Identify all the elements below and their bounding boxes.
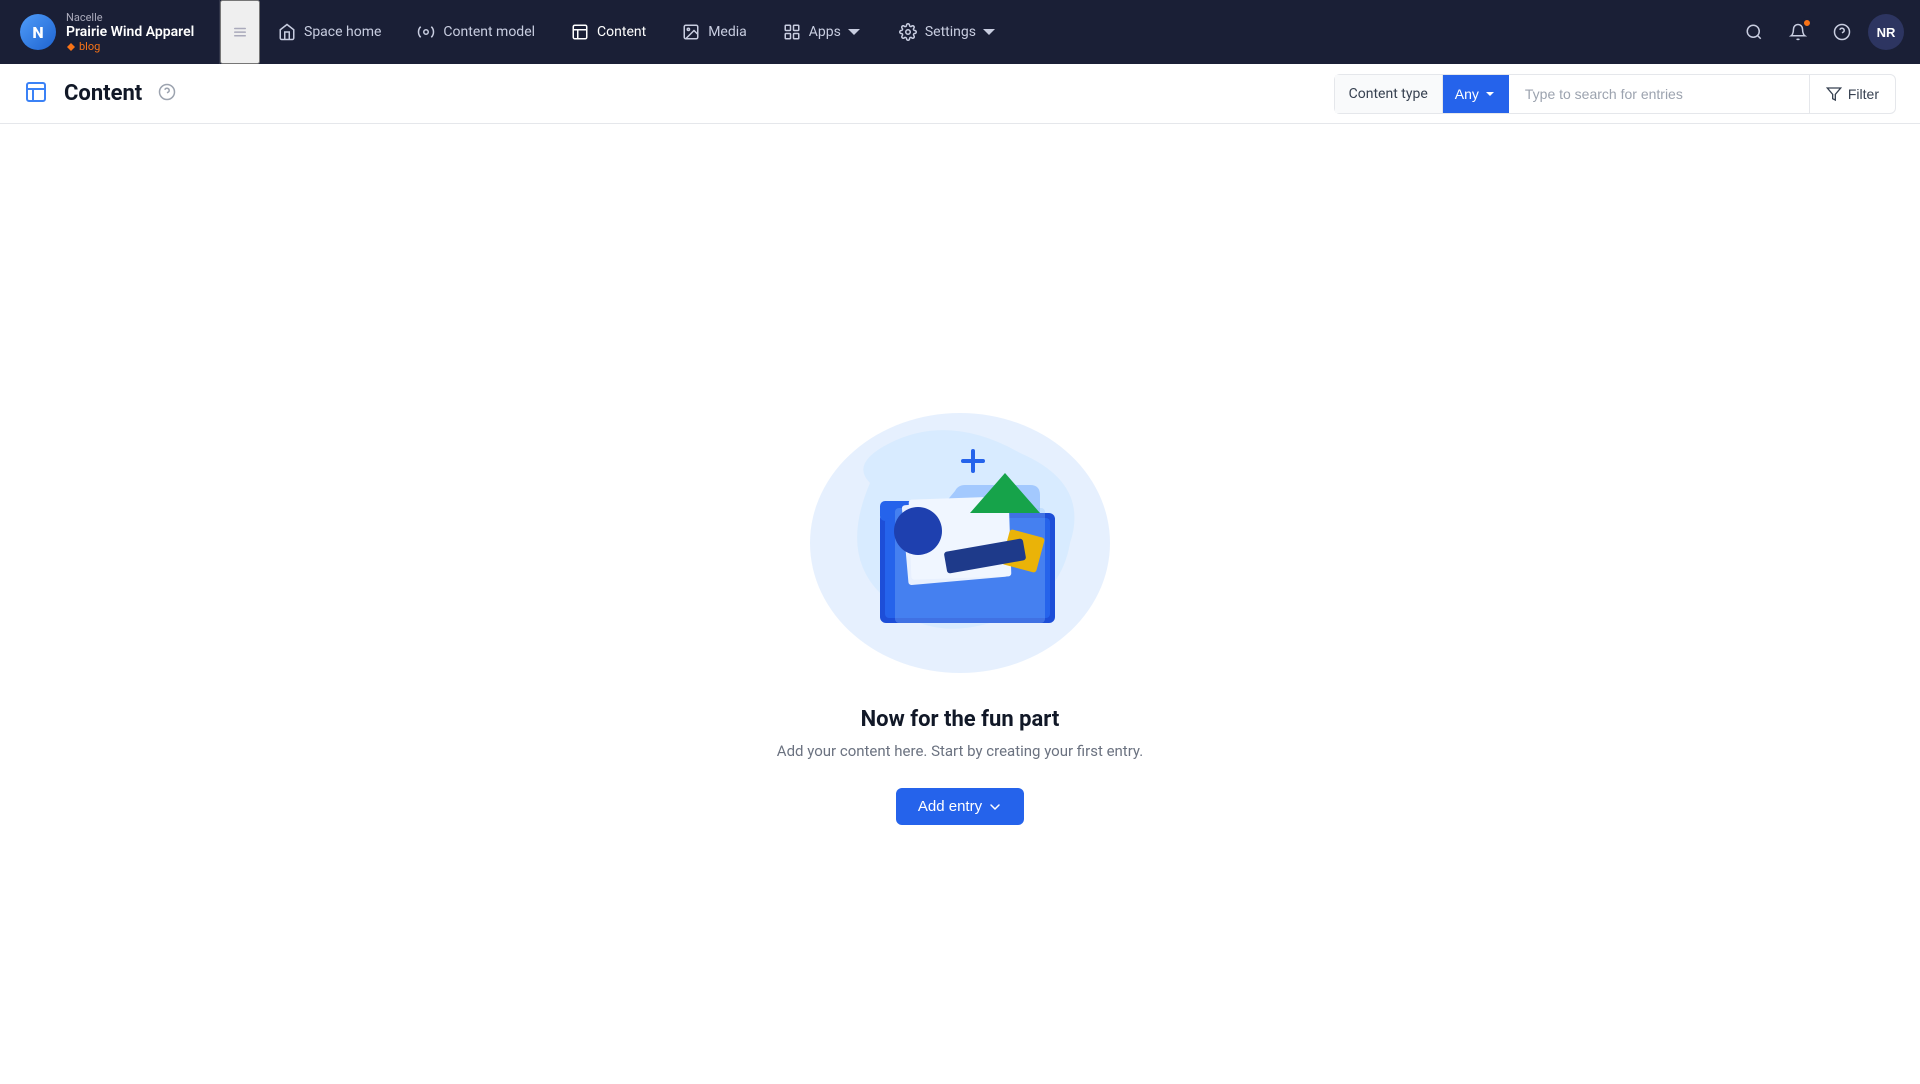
settings-icon — [899, 23, 917, 41]
add-entry-chevron-icon — [988, 800, 1002, 814]
content-page-icon — [24, 80, 48, 108]
nav-right: NR — [1720, 0, 1920, 64]
subheader: Content Content type Any Filter — [0, 64, 1920, 124]
company-name: Prairie Wind Apparel — [66, 24, 194, 40]
nav-item-content-model[interactable]: Content model — [399, 0, 553, 64]
blog-label: blog — [66, 40, 194, 53]
hamburger-button[interactable] — [220, 0, 260, 64]
nacelle-label: Nacelle — [66, 11, 194, 24]
help-button[interactable] — [1824, 14, 1860, 50]
search-icon — [1745, 23, 1763, 41]
search-button[interactable] — [1736, 14, 1772, 50]
top-navigation: N Nacelle Prairie Wind Apparel blog Sp — [0, 0, 1920, 64]
content-edit-icon — [24, 80, 48, 104]
page-title: Content — [64, 81, 142, 106]
nav-item-content[interactable]: Content — [553, 0, 664, 64]
menu-icon — [234, 22, 246, 42]
notification-badge — [1802, 18, 1812, 28]
nav-item-apps[interactable]: Apps — [765, 0, 881, 64]
content-type-label: Content type — [1335, 75, 1443, 113]
question-circle-icon — [158, 83, 176, 101]
settings-dropdown-chevron — [980, 23, 998, 41]
apps-dropdown-chevron — [845, 23, 863, 41]
filter-icon — [1826, 86, 1842, 102]
main-content: Now for the fun part Add your content he… — [0, 124, 1920, 1084]
nav-item-space-home[interactable]: Space home — [260, 0, 399, 64]
content-icon — [571, 23, 589, 41]
brand-text: Nacelle Prairie Wind Apparel blog — [66, 11, 194, 53]
content-type-any-button[interactable]: Any — [1443, 75, 1509, 113]
nav-item-settings[interactable]: Settings — [881, 0, 1016, 64]
brand-area: N Nacelle Prairie Wind Apparel blog — [0, 0, 220, 64]
media-icon — [682, 23, 700, 41]
add-entry-button[interactable]: Add entry — [896, 788, 1024, 825]
help-icon — [1833, 23, 1851, 41]
apps-icon — [783, 23, 801, 41]
blog-icon — [66, 42, 76, 52]
nav-items: Space home Content model Content Media — [260, 0, 1720, 64]
empty-state-subtitle: Add your content here. Start by creating… — [777, 742, 1143, 760]
home-icon — [278, 23, 296, 41]
search-input[interactable] — [1509, 75, 1809, 113]
filter-bar: Content type Any Filter — [1334, 74, 1896, 114]
folder-illustration — [790, 383, 1130, 683]
notifications-button[interactable] — [1780, 14, 1816, 50]
content-model-icon — [417, 23, 435, 41]
brand-logo: N — [20, 14, 56, 50]
filter-button[interactable]: Filter — [1810, 75, 1895, 113]
empty-state-illustration — [790, 383, 1130, 683]
any-chevron-icon — [1483, 87, 1497, 101]
user-avatar[interactable]: NR — [1868, 14, 1904, 50]
empty-state-title: Now for the fun part — [861, 707, 1060, 732]
page-help-icon[interactable] — [158, 83, 176, 105]
nav-item-media[interactable]: Media — [664, 0, 765, 64]
